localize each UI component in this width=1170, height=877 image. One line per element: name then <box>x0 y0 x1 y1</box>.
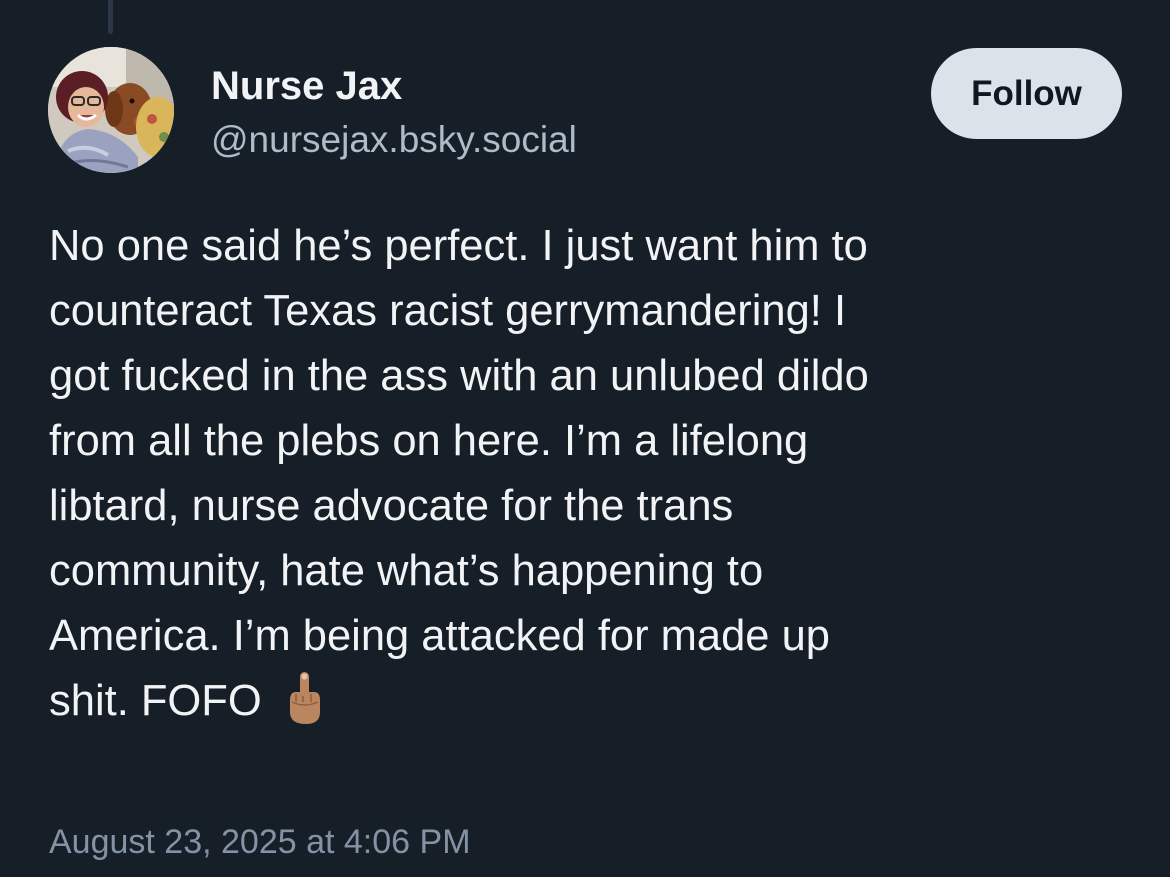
middle-finger-emoji-icon <box>284 670 324 726</box>
post-text-line: shit. FOFO <box>49 677 262 725</box>
author-display-name[interactable]: Nurse Jax <box>211 62 402 110</box>
post-text-line: community, hate what’s happening to <box>49 547 764 595</box>
post-text-last-line: shit. FOFO <box>49 669 1139 734</box>
avatar-photo <box>48 47 174 173</box>
avatar[interactable] <box>48 47 174 173</box>
follow-button[interactable]: Follow <box>931 48 1122 139</box>
post-text-line: counteract Texas racist gerrymandering! … <box>49 287 847 335</box>
post-text-line: libtard, nurse advocate for the trans <box>49 482 734 530</box>
post-text-line: got fucked in the ass with an unlubed di… <box>49 352 869 400</box>
post-text-line: No one said he’s perfect. I just want hi… <box>49 222 868 270</box>
post-text-line: from all the plebs on here. I’m a lifelo… <box>49 417 809 465</box>
post-text-line: America. I’m being attacked for made up <box>49 612 830 660</box>
post-text: No one said he’s perfect. I just want hi… <box>49 214 1139 734</box>
post-timestamp[interactable]: August 23, 2025 at 4:06 PM <box>49 820 471 864</box>
thread-connector-line <box>108 0 113 34</box>
author-handle[interactable]: @nursejax.bsky.social <box>211 118 577 162</box>
